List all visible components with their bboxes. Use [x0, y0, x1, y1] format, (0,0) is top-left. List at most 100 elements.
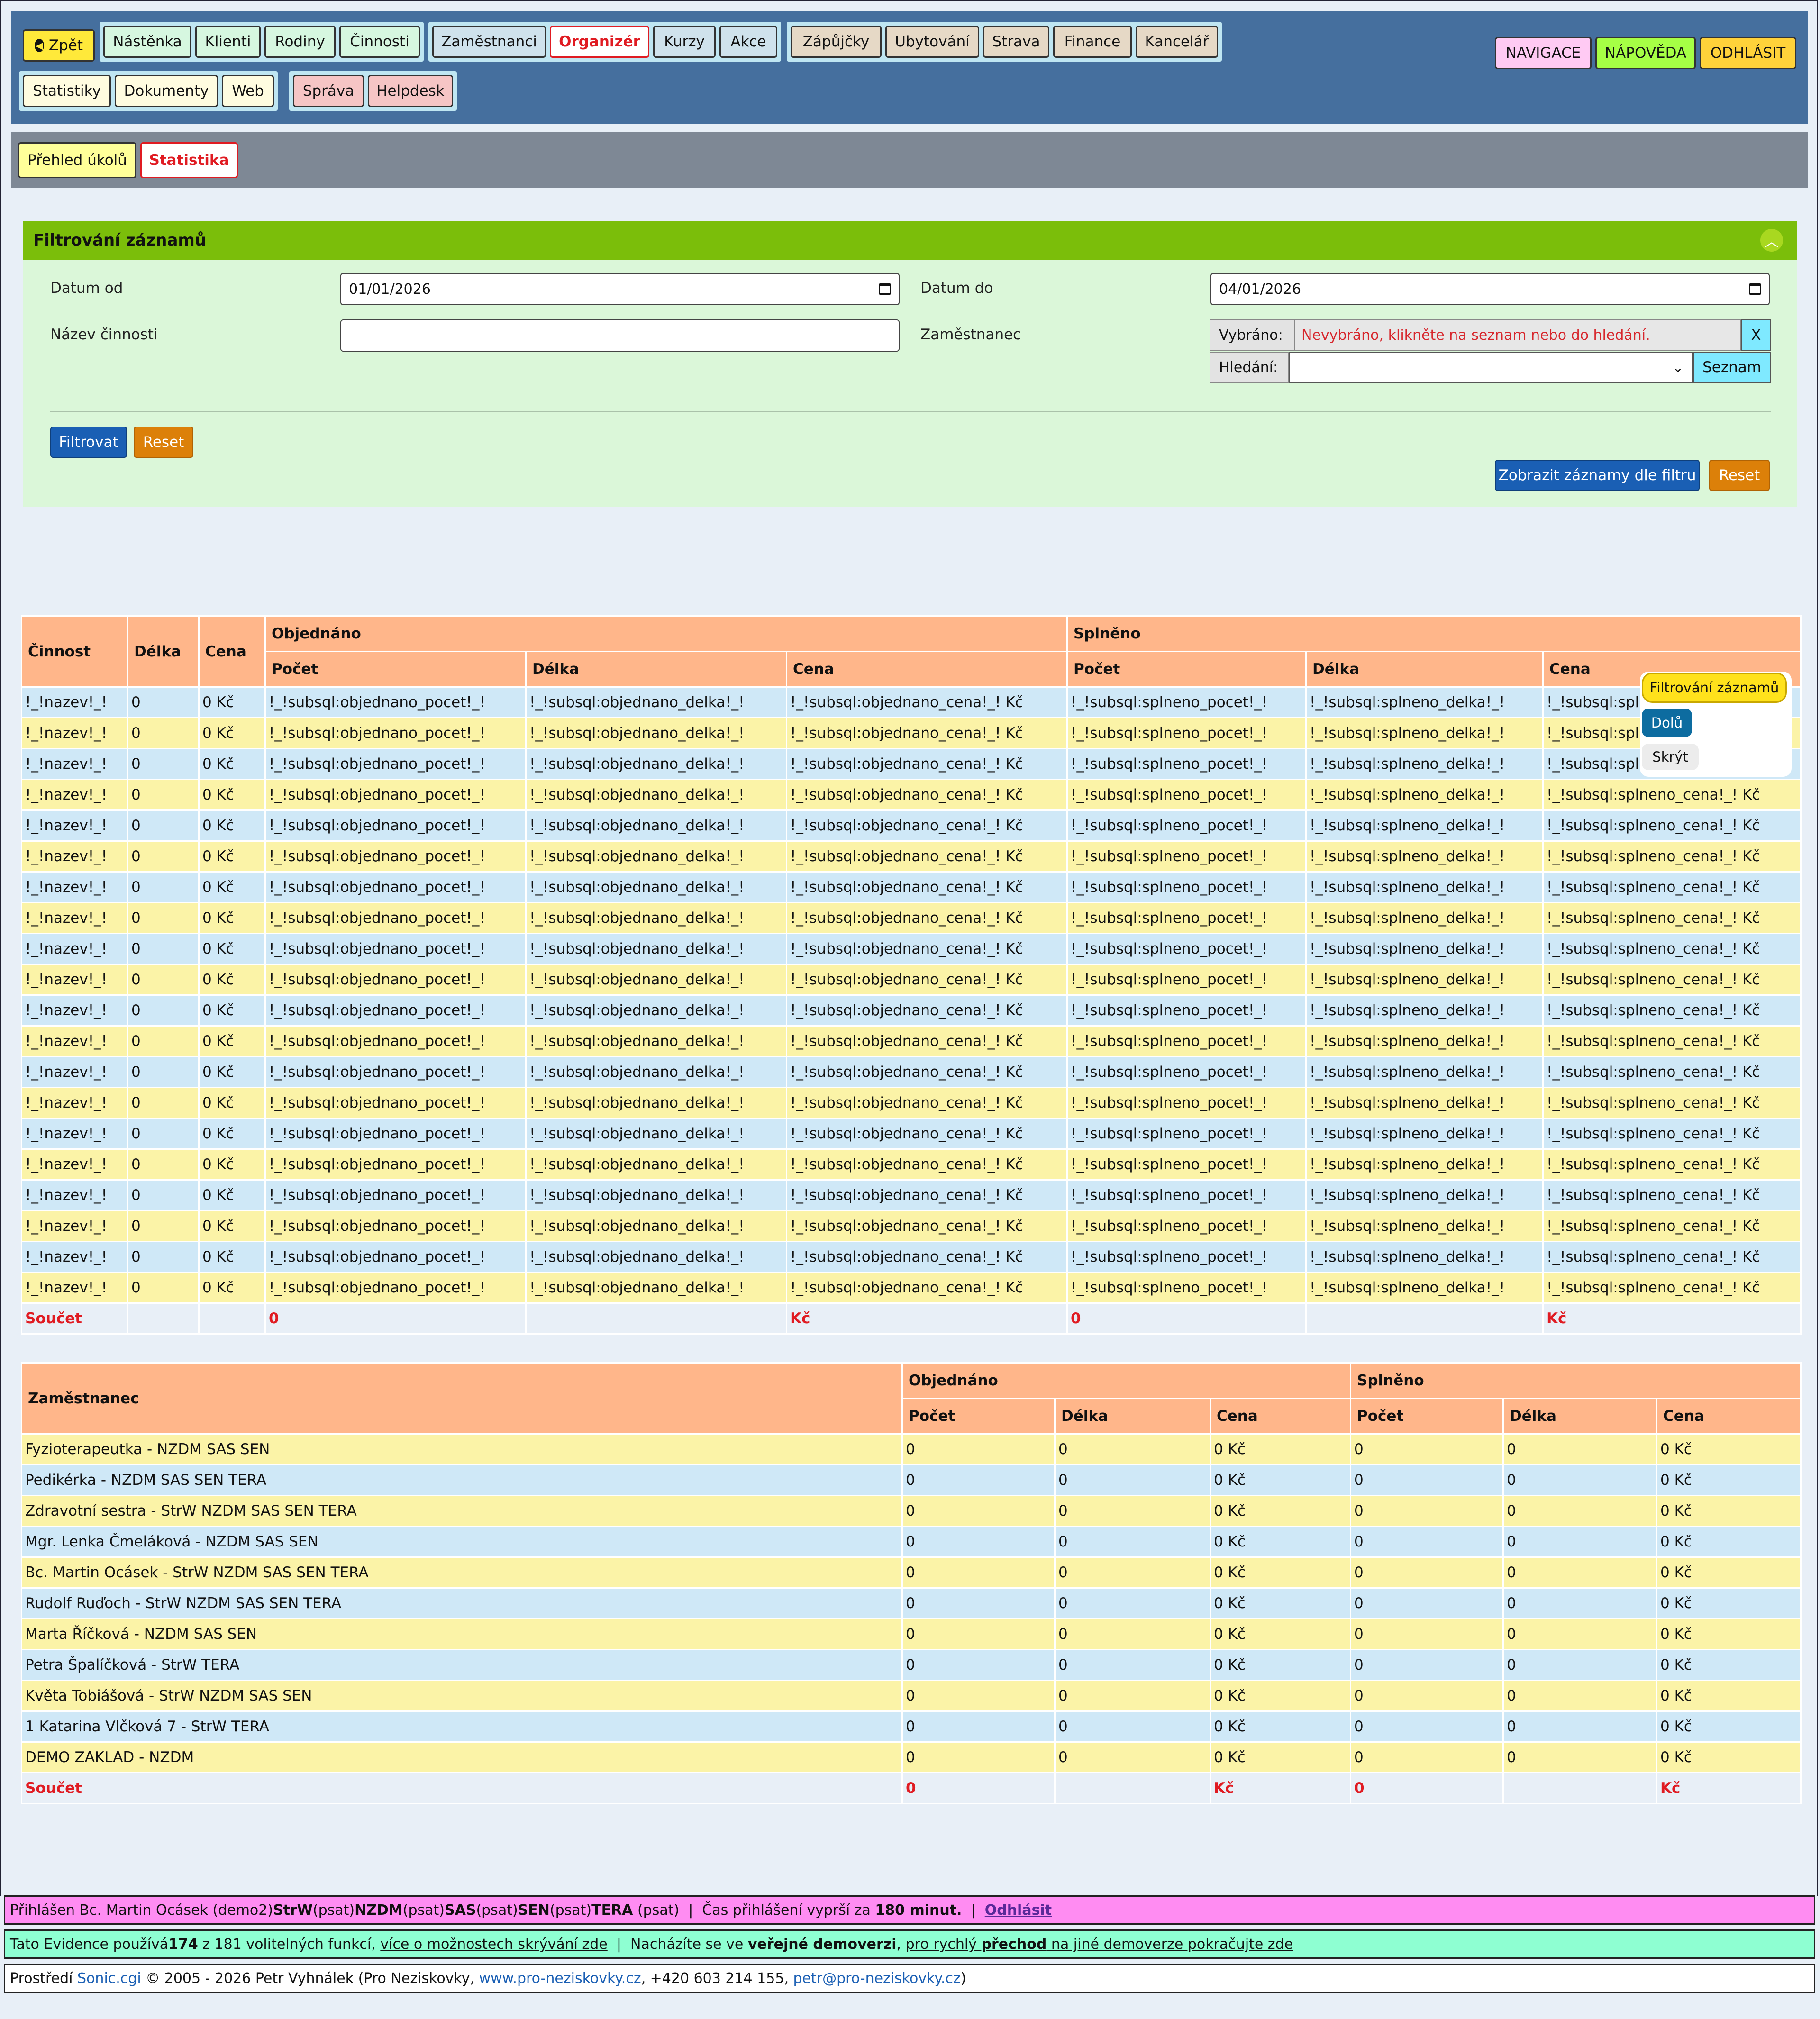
nav-nastenka[interactable]: Nástěnka: [103, 26, 191, 58]
table-row[interactable]: Květa Tobiášová - StrW NZDM SAS SEN 0 0 0 K…: [21, 1680, 1802, 1712]
nav-statistiky[interactable]: Statistiky: [23, 75, 111, 107]
table-row[interactable]: !_!nazev!_! 0 0 Kč !_!subsql:objednano_poce…: [21, 686, 1802, 718]
table-row[interactable]: Pedikérka - NZDM SAS SEN TERA 0 0 0 Kč 0 0 0 K…: [21, 1464, 1802, 1496]
col-done-length[interactable]: Délka: [1502, 1398, 1658, 1435]
activity-name-input[interactable]: [340, 319, 900, 352]
table-row[interactable]: !_!nazev!_! 0 0 Kč !_!subsql:objednano_poce…: [21, 779, 1802, 811]
table-row[interactable]: Marta Říčková - NZDM SAS SEN 0 0 0 Kč 0 0 0 Kč: [21, 1618, 1802, 1650]
clear-selection-button[interactable]: X: [1741, 319, 1771, 351]
table-row[interactable]: !_!nazev!_! 0 0 Kč !_!subsql:objednano_poce…: [21, 933, 1802, 965]
table-row[interactable]: !_!nazev!_! 0 0 Kč !_!subsql:objednano_poce…: [21, 902, 1802, 934]
table-row[interactable]: !_!nazev!_! 0 0 Kč !_!subsql:objednano_poce…: [21, 994, 1802, 1027]
hiding-info-link[interactable]: více o možnostech skrývání zde: [380, 1936, 607, 1953]
reset-button[interactable]: Reset: [134, 427, 193, 458]
col-ordered-price[interactable]: Cena: [1209, 1398, 1352, 1435]
nav-organizer[interactable]: Organizér: [550, 26, 649, 58]
col-price[interactable]: Cena: [198, 615, 266, 688]
table-row[interactable]: !_!nazev!_! 0 0 Kč !_!subsql:objednano_poce…: [21, 717, 1802, 749]
table-row[interactable]: Zdravotní sestra - StrW NZDM SAS SEN TER…: [21, 1495, 1802, 1527]
table-row[interactable]: !_!nazev!_! 0 0 Kč !_!subsql:objednano_poce…: [21, 1272, 1802, 1304]
nav-group-5: Správa Helpdesk: [289, 71, 457, 111]
navigace-button[interactable]: NAVIGACE: [1495, 37, 1592, 69]
table-row[interactable]: DEMO ZAKLAD - NZDM 0 0 0 Kč 0 0 0 Kč: [21, 1741, 1802, 1773]
filter-header[interactable]: Filtrování záznamů ︿: [23, 221, 1797, 260]
col-ordered-length[interactable]: Délka: [1054, 1398, 1211, 1435]
table-row[interactable]: !_!nazev!_! 0 0 Kč !_!subsql:objednano_poce…: [21, 1179, 1802, 1211]
table-row[interactable]: !_!nazev!_! 0 0 Kč !_!subsql:objednano_poce…: [21, 1241, 1802, 1273]
show-records-button[interactable]: Zobrazit záznamy dle filtru: [1495, 460, 1700, 491]
nav-dokumenty[interactable]: Dokumenty: [115, 75, 218, 107]
table-row[interactable]: 1 Katarina Vlčková 7 - StrW TERA 0 0 0 Kč 0 0…: [21, 1710, 1802, 1743]
col-ordered-price[interactable]: Cena: [785, 651, 1068, 688]
nav-helpdesk[interactable]: Helpdesk: [368, 75, 453, 107]
table-row[interactable]: !_!nazev!_! 0 0 Kč !_!subsql:objednano_poce…: [21, 1025, 1802, 1057]
date-from-input[interactable]: 01/01/2026: [340, 273, 900, 305]
float-down-button[interactable]: Dolů: [1642, 709, 1692, 737]
float-filter-button[interactable]: Filtrování záznamů: [1642, 673, 1787, 703]
table-row[interactable]: !_!nazev!_! 0 0 Kč !_!subsql:objednano_poce…: [21, 809, 1802, 842]
calendar-icon[interactable]: [1749, 283, 1761, 295]
chevron-up-icon[interactable]: ︿: [1760, 229, 1783, 252]
table-row[interactable]: Bc. Martin Ocásek - StrW NZDM SAS SEN TE…: [21, 1556, 1802, 1589]
float-hide-button[interactable]: Skrýt: [1642, 744, 1699, 770]
col-done-length[interactable]: Délka: [1305, 651, 1544, 688]
table-row[interactable]: !_!nazev!_! 0 0 Kč !_!subsql:objednano_poce…: [21, 1087, 1802, 1119]
back-button[interactable]: ◀ Zpět: [23, 29, 95, 62]
sum-row: Součet 0 Kč 0 Kč: [21, 1772, 1802, 1804]
employee-search-select[interactable]: ⌄: [1289, 352, 1693, 383]
table-cell: 0: [901, 1495, 1056, 1527]
table-row[interactable]: Petra Špalíčková - StrW TERA 0 0 0 Kč 0 0 0 Kč: [21, 1649, 1802, 1681]
nav-kurzy[interactable]: Kurzy: [653, 26, 716, 58]
odhlasit-button[interactable]: ODHLÁSIT: [1700, 37, 1796, 69]
table-row[interactable]: !_!nazev!_! 0 0 Kč !_!subsql:objednano_poce…: [21, 1118, 1802, 1150]
col-done-count[interactable]: Počet: [1066, 651, 1307, 688]
nav-finance[interactable]: Finance: [1053, 26, 1132, 58]
table-row[interactable]: Mgr. Lenka Čmeláková - NZDM SAS SEN 0 0 0 K…: [21, 1526, 1802, 1558]
date-to-input[interactable]: 04/01/2026: [1210, 273, 1770, 305]
table-row[interactable]: !_!nazev!_! 0 0 Kč !_!subsql:objednano_poce…: [21, 1148, 1802, 1181]
table-row[interactable]: !_!nazev!_! 0 0 Kč !_!subsql:objednano_poce…: [21, 1210, 1802, 1242]
nav-klienti[interactable]: Klienti: [195, 26, 261, 58]
table-row[interactable]: Fyzioterapeutka - NZDM SAS SEN 0 0 0 Kč 0 0 0 …: [21, 1433, 1802, 1465]
website-link[interactable]: www.pro-neziskovky.cz: [479, 1970, 641, 1987]
nav-kancelar[interactable]: Kancelář: [1136, 26, 1218, 58]
col-ordered-count[interactable]: Počet: [901, 1398, 1056, 1435]
table-row[interactable]: !_!nazev!_! 0 0 Kč !_!subsql:objednano_poce…: [21, 871, 1802, 903]
napoveda-button[interactable]: NÁPOVĚDA: [1595, 37, 1696, 69]
table-row[interactable]: !_!nazev!_! 0 0 Kč !_!subsql:objednano_poce…: [21, 1056, 1802, 1088]
employee-name-cell: DEMO ZAKLAD - NZDM: [21, 1741, 903, 1773]
table-row[interactable]: !_!nazev!_! 0 0 Kč !_!subsql:objednano_poce…: [21, 748, 1802, 780]
table-cell: !_!subsql:objednano_pocet!_!: [264, 1087, 527, 1119]
nav-akce[interactable]: Akce: [719, 26, 777, 58]
table-cell: !_!subsql:splneno_delka!_!: [1305, 994, 1544, 1027]
nav-zamestnanci[interactable]: Zaměstnanci: [432, 26, 546, 58]
nav-sprava[interactable]: Správa: [293, 75, 364, 107]
email-link[interactable]: petr@pro-neziskovky.cz: [793, 1970, 961, 1987]
calendar-icon[interactable]: [879, 283, 891, 295]
col-ordered-length[interactable]: Délka: [525, 651, 787, 688]
nav-strava[interactable]: Strava: [983, 26, 1049, 58]
nav-web[interactable]: Web: [222, 75, 274, 107]
col-employee[interactable]: Zaměstnanec: [21, 1362, 903, 1435]
col-done-price[interactable]: Cena: [1656, 1398, 1802, 1435]
nav-zapujcky[interactable]: Zápůjčky: [791, 26, 882, 58]
tab-prehled-ukolu[interactable]: Přehled úkolů: [18, 142, 136, 178]
reset-filter-button[interactable]: Reset: [1709, 460, 1770, 491]
filter-button[interactable]: Filtrovat: [50, 427, 127, 458]
nav-rodiny[interactable]: Rodiny: [264, 26, 336, 58]
col-activity[interactable]: Činnost: [21, 615, 128, 688]
table-row[interactable]: !_!nazev!_! 0 0 Kč !_!subsql:objednano_poce…: [21, 840, 1802, 873]
logout-link[interactable]: Odhlásit: [985, 1902, 1052, 1919]
col-length[interactable]: Délka: [127, 615, 200, 688]
nav-ubytovani[interactable]: Ubytování: [885, 26, 979, 58]
nav-cinnosti[interactable]: Činnosti: [339, 26, 420, 58]
sonic-link[interactable]: Sonic.cgi: [77, 1970, 141, 1987]
list-button[interactable]: Seznam: [1693, 352, 1771, 383]
col-done-count[interactable]: Počet: [1350, 1398, 1504, 1435]
selected-employee-value[interactable]: Nevybráno, klikněte na seznam nebo do hl…: [1295, 319, 1741, 351]
demo-switch-link[interactable]: pro rychlý přechod na jiné demoverze pok…: [906, 1936, 1293, 1953]
table-row[interactable]: Rudolf Ruďoch - StrW NZDM SAS SEN TERA 0 0…: [21, 1587, 1802, 1619]
tab-statistika[interactable]: Statistika: [140, 142, 238, 178]
col-ordered-count[interactable]: Počet: [264, 651, 527, 688]
table-row[interactable]: !_!nazev!_! 0 0 Kč !_!subsql:objednano_poce…: [21, 964, 1802, 996]
